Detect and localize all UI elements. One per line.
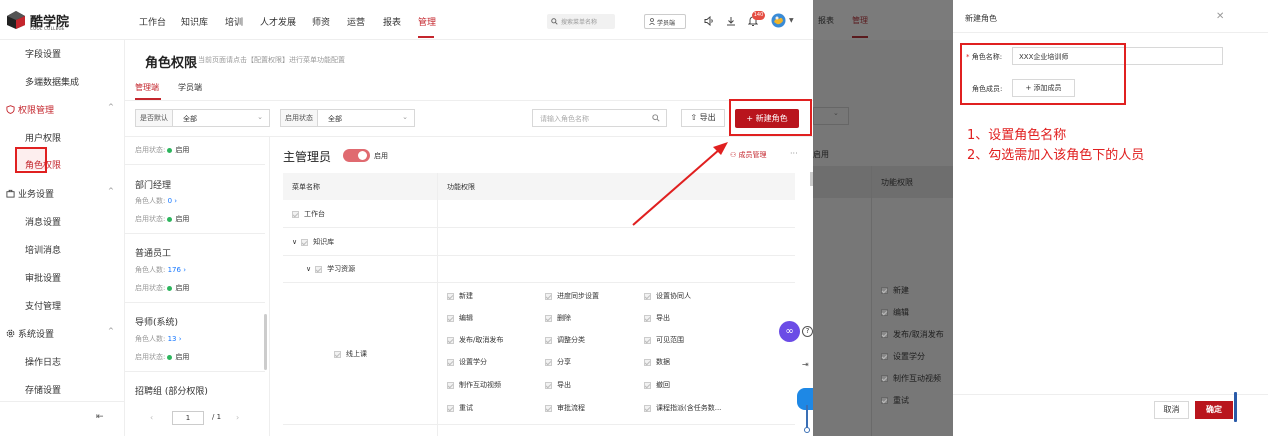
dialog-footer-divider [953, 394, 1268, 395]
annotation-arrow [632, 142, 728, 226]
backdrop-perm: 新建 [881, 285, 909, 296]
backdrop-column-divider [871, 166, 872, 436]
modal-backdrop[interactable]: 报表 管理 ⌄ 启用 功能权限 新建 编辑 发布/取消发布 设置学分 制作互动视… [813, 0, 953, 436]
backdrop-perm: 制作互动视频 [881, 373, 941, 384]
backdrop-nav-manage: 管理 [852, 16, 868, 25]
confirm-button[interactable]: 确定 [1195, 401, 1233, 419]
close-icon[interactable]: ✕ [1216, 11, 1224, 22]
backdrop-select [813, 107, 849, 125]
backdrop-perm: 设置学分 [881, 351, 925, 362]
backdrop-nav-reports: 报表 [818, 16, 834, 25]
annotation-step-2: 2、勾选需加入该角色下的人员 [967, 148, 1145, 163]
cursor-handle [1234, 392, 1237, 422]
dialog-header-divider [953, 32, 1268, 33]
backdrop-perm: 发布/取消发布 [881, 329, 944, 340]
backdrop-nav-underline [852, 36, 868, 38]
backdrop-perm: 编辑 [881, 307, 909, 318]
annotation-step-1: 1、设置角色名称 [967, 128, 1067, 143]
chevron-down-icon: ⌄ [833, 109, 839, 117]
app-window: 酷学院 COOL COLLEGE 工作台 知识库 培训 人才发展 师资 运营 报… [0, 0, 813, 436]
backdrop-enable-text: 启用 [813, 150, 829, 159]
highlight-box-role-form [960, 43, 1126, 105]
backdrop-col-func: 功能权限 [881, 178, 913, 187]
dialog-title: 新建角色 [965, 14, 997, 23]
cancel-button[interactable]: 取消 [1154, 401, 1189, 419]
backdrop-topnav [813, 0, 953, 40]
backdrop-perm: 重试 [881, 395, 909, 406]
